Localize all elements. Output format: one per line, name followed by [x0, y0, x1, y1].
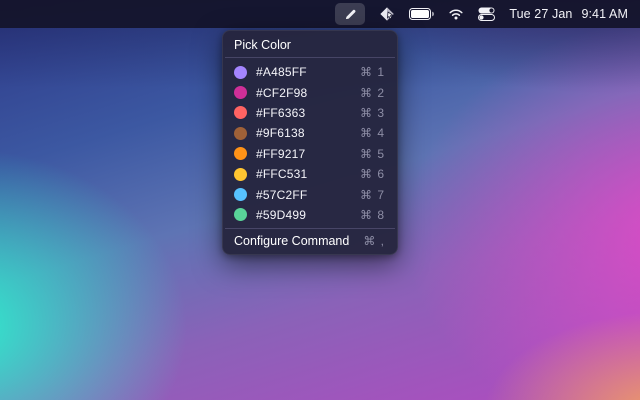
color-swatch-dot [234, 188, 247, 201]
color-menu-item-2[interactable]: #CF2F98 ⌘ 2 [223, 82, 397, 102]
menu-bar-status-area: Tue 27 Jan 9:41 AM [335, 3, 628, 25]
color-swatch-dot [234, 106, 247, 119]
pencil-icon [343, 7, 358, 22]
shortcut-label: ⌘ 6 [360, 167, 385, 181]
color-hex-label: #FF6363 [256, 106, 305, 120]
menu-bar: Tue 27 Jan 9:41 AM [0, 0, 640, 28]
color-menu-item-8[interactable]: #59D499 ⌘ 8 [223, 205, 397, 225]
color-swatch-dot [234, 86, 247, 99]
color-hex-label: #59D499 [256, 208, 306, 222]
menu-separator [225, 228, 395, 229]
menu-separator [225, 57, 395, 58]
color-hex-label: #FF9217 [256, 147, 305, 161]
color-menu-item-7[interactable]: #57C2FF ⌘ 7 [223, 184, 397, 204]
shortcut-label: ⌘ 3 [360, 106, 385, 120]
color-menu-item-1[interactable]: #A485FF ⌘ 1 [223, 62, 397, 82]
pick-color-dropdown-menu: Pick Color #A485FF ⌘ 1 #CF2F98 ⌘ 2 #FF63… [222, 30, 398, 255]
color-hex-label: #FFC531 [256, 167, 307, 181]
battery-menu-extra[interactable] [409, 3, 434, 25]
configure-command-label: Configure Command [234, 234, 349, 248]
color-menu-item-6[interactable]: #FFC531 ⌘ 6 [223, 164, 397, 184]
color-hex-label: #A485FF [256, 65, 307, 79]
color-hex-label: #CF2F98 [256, 86, 307, 100]
pointer-diamond-icon [379, 6, 395, 22]
shortcut-label: ⌘ 2 [360, 86, 385, 100]
color-menu-item-3[interactable]: #FF6363 ⌘ 3 [223, 103, 397, 123]
color-swatch-dot [234, 147, 247, 160]
shortcut-label: ⌘ , [363, 234, 385, 248]
shortcut-label: ⌘ 4 [360, 126, 385, 140]
menu-bar-time: 9:41 AM [581, 7, 628, 21]
menu-bar-date: Tue 27 Jan [509, 7, 572, 21]
configure-command-menu-item[interactable]: Configure Command ⌘ , [223, 232, 397, 250]
color-hex-label: #57C2FF [256, 188, 307, 202]
control-center-menu-extra[interactable] [478, 3, 495, 25]
color-swatch-dot [234, 66, 247, 79]
color-swatch-dot [234, 208, 247, 221]
wifi-icon [448, 8, 464, 20]
battery-icon [409, 8, 434, 20]
shortcut-label: ⌘ 7 [360, 188, 385, 202]
shortcut-label: ⌘ 8 [360, 208, 385, 222]
control-center-icon [478, 7, 495, 21]
pointer-diamond-menu-extra[interactable] [379, 3, 395, 25]
shortcut-label: ⌘ 1 [360, 65, 385, 79]
dropdown-title: Pick Color [223, 37, 397, 53]
color-hex-label: #9F6138 [256, 126, 305, 140]
wifi-menu-extra[interactable] [448, 3, 464, 25]
shortcut-label: ⌘ 5 [360, 147, 385, 161]
color-swatch-dot [234, 127, 247, 140]
menu-bar-clock[interactable]: Tue 27 Jan 9:41 AM [509, 7, 628, 21]
color-menu-item-4[interactable]: #9F6138 ⌘ 4 [223, 123, 397, 143]
color-menu-item-5[interactable]: #FF9217 ⌘ 5 [223, 144, 397, 164]
color-picker-menu-extra[interactable] [335, 3, 365, 25]
color-swatch-dot [234, 168, 247, 181]
